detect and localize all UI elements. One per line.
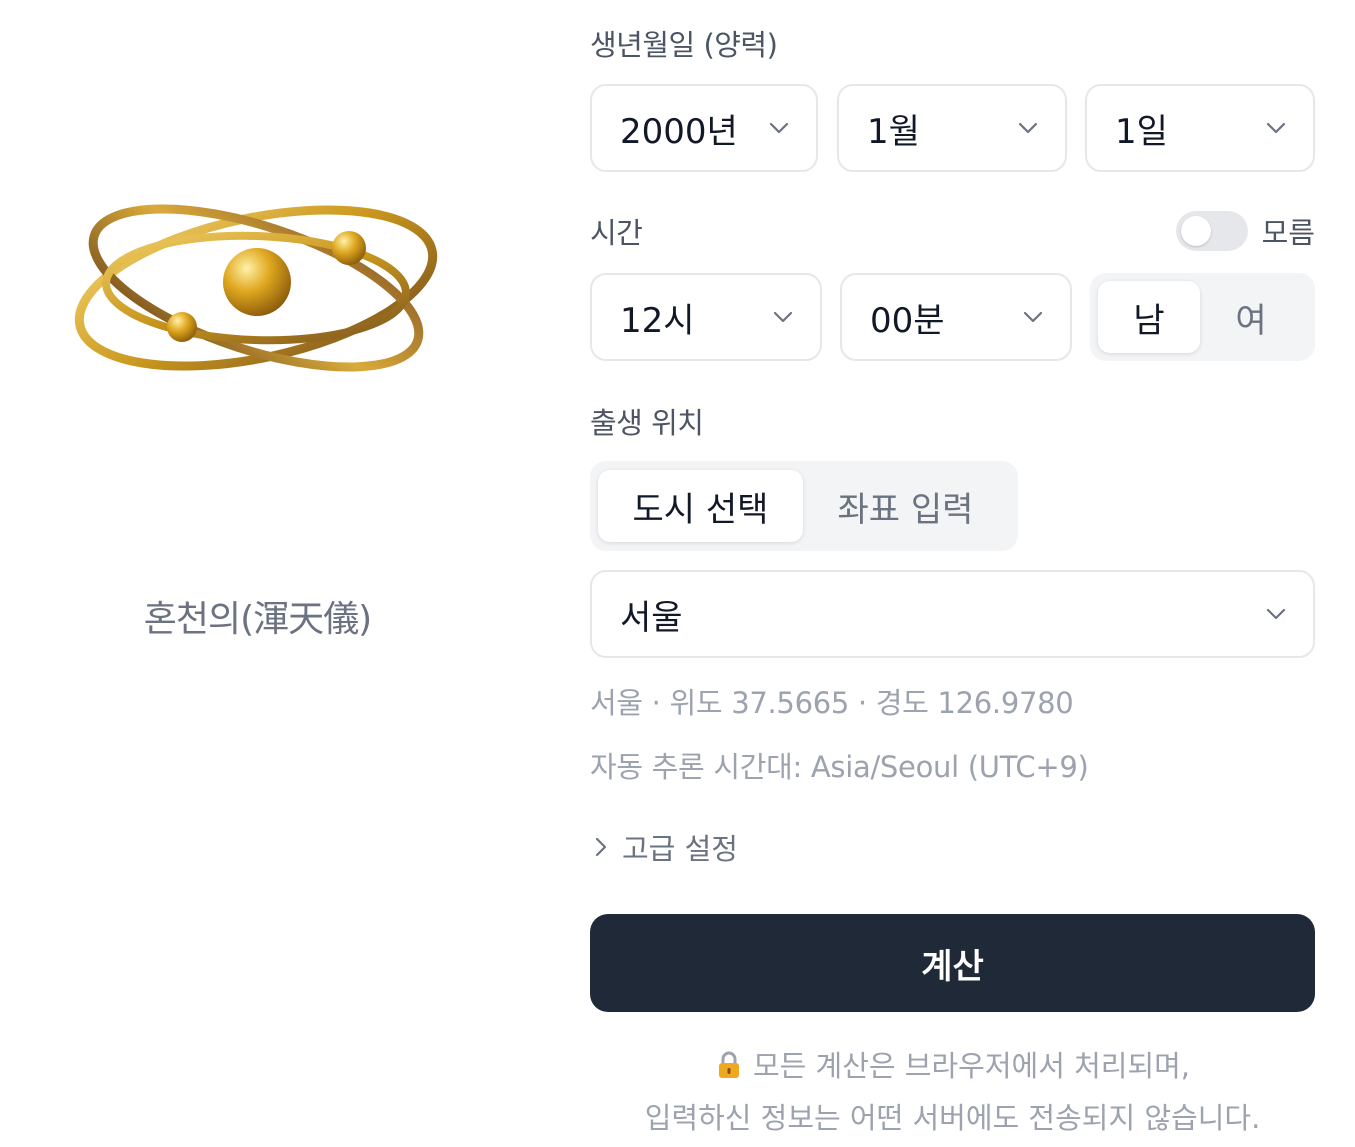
location-label: 출생 위치 bbox=[590, 406, 704, 440]
privacy-notice-line-1: 모든 계산은 브라우저에서 처리되며, bbox=[590, 1040, 1315, 1092]
illustration-caption: 혼천의(渾天儀) bbox=[143, 599, 372, 640]
chevron-down-icon bbox=[1023, 311, 1043, 323]
chevron-down-icon bbox=[769, 122, 789, 134]
calculate-button[interactable]: 계산 bbox=[590, 914, 1315, 1012]
privacy-notice: 모든 계산은 브라우저에서 처리되며, 입력하신 정보는 어떤 서버에도 전송되… bbox=[590, 1040, 1315, 1144]
birthdate-label: 생년월일 (양력) bbox=[590, 28, 778, 62]
advanced-settings-toggle[interactable]: 고급 설정 bbox=[594, 826, 738, 868]
advanced-settings-label: 고급 설정 bbox=[622, 832, 738, 866]
time-label: 시간 bbox=[590, 216, 643, 250]
day-select[interactable]: 1일 bbox=[1085, 84, 1315, 172]
tab-coordinate-input[interactable]: 좌표 입력 bbox=[803, 470, 1008, 542]
page: 혼천의(渾天儀) 생년월일 (양력) 2000년 1월 1일 시간 모름 12시… bbox=[0, 0, 1355, 1147]
privacy-line-1-text: 모든 계산은 브라우저에서 처리되며, bbox=[752, 1049, 1191, 1083]
armillary-sphere-icon bbox=[66, 170, 446, 410]
month-select[interactable]: 1월 bbox=[837, 84, 1067, 172]
chevron-down-icon bbox=[1018, 122, 1038, 134]
gender-female-option[interactable]: 여 bbox=[1200, 281, 1302, 353]
chevron-down-icon bbox=[1266, 608, 1286, 620]
lock-icon bbox=[718, 1051, 739, 1078]
chevron-right-icon bbox=[595, 837, 607, 857]
city-select[interactable]: 서울 bbox=[590, 570, 1315, 658]
time-unknown-control: 모름 bbox=[1175, 210, 1315, 252]
time-unknown-toggle[interactable] bbox=[1175, 211, 1248, 251]
day-value: 1일 bbox=[1115, 111, 1168, 152]
gender-toggle: 남 여 bbox=[1090, 273, 1315, 361]
time-unknown-label: 모름 bbox=[1261, 216, 1315, 250]
month-value: 1월 bbox=[867, 111, 920, 152]
location-mode-tabs: 도시 선택 좌표 입력 bbox=[590, 461, 1018, 551]
gender-male-option[interactable]: 남 bbox=[1098, 281, 1200, 353]
toggle-knob bbox=[1180, 216, 1211, 246]
minute-select[interactable]: 00분 bbox=[840, 273, 1072, 361]
tab-city-select[interactable]: 도시 선택 bbox=[598, 470, 803, 542]
year-value: 2000년 bbox=[620, 111, 738, 152]
privacy-line-2-text: 입력하신 정보는 어떤 서버에도 전송되지 않습니다. bbox=[644, 1101, 1261, 1135]
hour-value: 12시 bbox=[620, 300, 695, 341]
chevron-down-icon bbox=[773, 311, 793, 323]
year-select[interactable]: 2000년 bbox=[590, 84, 818, 172]
timezone-text: 자동 추론 시간대: Asia/Seoul (UTC+9) bbox=[590, 750, 1089, 784]
minute-value: 00분 bbox=[870, 300, 945, 341]
city-value: 서울 bbox=[620, 597, 683, 638]
chevron-down-icon bbox=[1266, 122, 1286, 134]
hour-select[interactable]: 12시 bbox=[590, 273, 822, 361]
coordinates-text: 서울 · 위도 37.5665 · 경도 126.9780 bbox=[590, 686, 1074, 720]
